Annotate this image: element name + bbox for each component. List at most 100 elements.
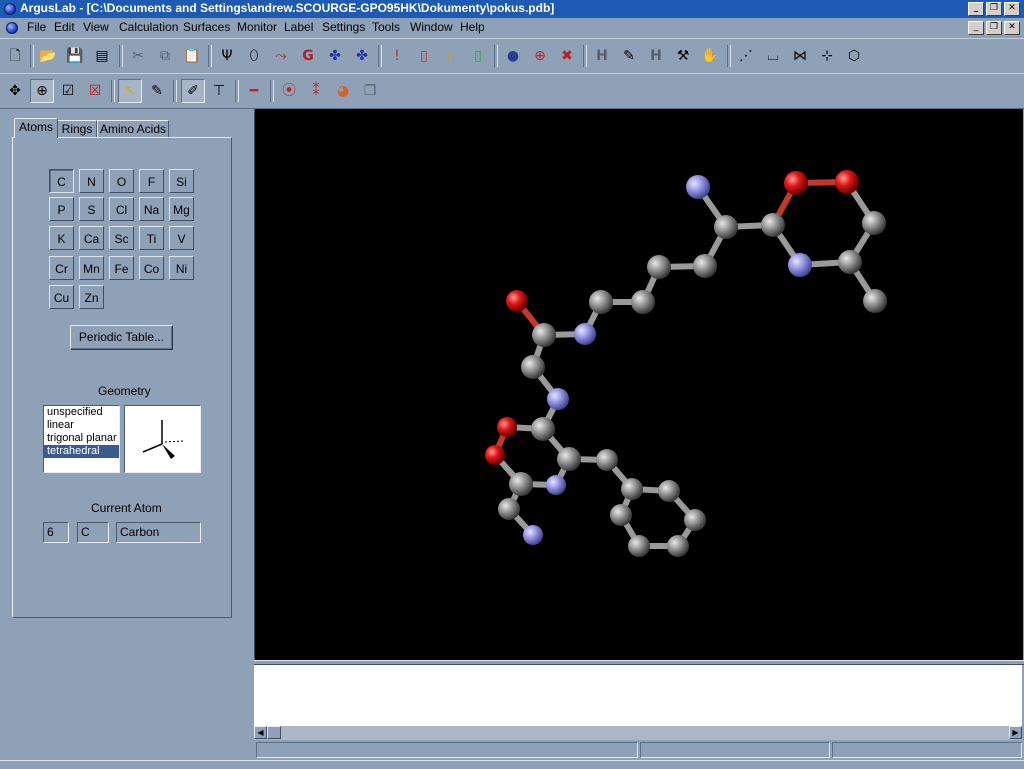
build-icon[interactable]: Ψ [216, 45, 238, 67]
new-file-icon[interactable]: 🗋 [4, 45, 26, 67]
paste-icon[interactable]: 📋 [181, 45, 203, 67]
bond-icon[interactable]: ━ [243, 80, 265, 102]
menu-label[interactable]: Label [284, 20, 313, 34]
cylinder-yellow-icon[interactable]: ▯ [440, 45, 462, 67]
element-ti-button[interactable]: Ti [139, 226, 164, 250]
element-cr-button[interactable]: Cr [49, 256, 74, 280]
pin-icon[interactable]: ⦿ [278, 80, 300, 102]
copy-icon[interactable]: ⧉ [154, 45, 176, 67]
menu-view[interactable]: View [83, 20, 109, 34]
ring-icon[interactable]: ⬡ [843, 45, 865, 67]
color-atom-icon[interactable]: ◕ [332, 80, 354, 102]
cut-icon[interactable]: ✂ [127, 45, 149, 67]
mdi-close-button[interactable]: ✕ [1004, 21, 1020, 35]
hand-icon[interactable]: ✋ [699, 45, 721, 67]
horizontal-scrollbar[interactable]: ◀ ▶ [254, 726, 1022, 740]
axes-icon[interactable]: ⊹ [816, 45, 838, 67]
molecule-alt-icon[interactable]: ✤ [351, 45, 373, 67]
edit-hydrogen-icon[interactable]: ✎ [618, 45, 640, 67]
atom-icon[interactable]: ● [502, 45, 524, 67]
geometry-option-tetrahedral[interactable]: tetrahedral [44, 445, 119, 458]
scroll-right-icon[interactable]: ▶ [1009, 726, 1022, 739]
menu-monitor[interactable]: Monitor [237, 20, 277, 34]
element-p-button[interactable]: P [49, 197, 74, 221]
atom-pair-icon[interactable]: ⁑ [305, 80, 327, 102]
periodic-table-button[interactable]: Periodic Table... [70, 325, 173, 350]
element-o-button[interactable]: O [109, 169, 134, 193]
element-zn-button[interactable]: Zn [79, 285, 104, 309]
cylinder-red-icon[interactable]: ▯ [413, 45, 435, 67]
element-ca-button[interactable]: Ca [79, 226, 104, 250]
mdi-restore-button[interactable]: ❐ [986, 21, 1002, 35]
geometry-listbox[interactable]: unspecified linear trigonal planar tetra… [43, 405, 120, 473]
menu-surfaces[interactable]: Surfaces [183, 20, 230, 34]
guess-icon[interactable]: G [297, 45, 319, 67]
move-icon[interactable]: ✥ [4, 80, 26, 102]
bond-angle-icon[interactable]: ⌴ [762, 45, 784, 67]
element-na-button[interactable]: Na [139, 197, 164, 221]
element-f-button[interactable]: F [139, 169, 164, 193]
element-mn-button[interactable]: Mn [79, 256, 104, 280]
hydrogen-remove-icon[interactable]: H [645, 45, 667, 67]
save-icon[interactable]: 💾 [64, 45, 86, 67]
dihedral-icon[interactable]: ⋈ [789, 45, 811, 67]
element-n-button[interactable]: N [79, 169, 104, 193]
clean-icon[interactable]: ⬯ [243, 45, 265, 67]
molecule-render[interactable] [255, 109, 1023, 660]
mdi-minimize-button[interactable]: _ [968, 21, 984, 35]
scroll-thumb[interactable] [267, 726, 281, 739]
molecule-icon[interactable]: ✤ [324, 45, 346, 67]
geometry-option-unspecified[interactable]: unspecified [44, 406, 119, 419]
rotate-icon[interactable]: ⊕ [30, 79, 54, 103]
element-v-button[interactable]: V [169, 226, 194, 250]
element-s-button[interactable]: S [79, 197, 104, 221]
geometry-option-linear[interactable]: linear [44, 419, 119, 432]
menu-window[interactable]: Window [410, 20, 453, 34]
element-fe-button[interactable]: Fe [109, 256, 134, 280]
element-ni-button[interactable]: Ni [169, 256, 194, 280]
restore-button[interactable]: ❐ [986, 2, 1002, 16]
document-icon[interactable] [6, 22, 18, 34]
status-panel-2 [640, 742, 830, 758]
element-cl-button[interactable]: Cl [109, 197, 134, 221]
menu-calculation[interactable]: Calculation [119, 20, 178, 34]
bond-length-icon[interactable]: ⋰ [735, 45, 757, 67]
hierarchy-icon[interactable]: ⊤ [208, 80, 230, 102]
element-sc-button[interactable]: Sc [109, 226, 134, 250]
hydrogen-icon[interactable]: H [591, 45, 613, 67]
menu-edit[interactable]: Edit [54, 20, 75, 34]
menu-tools[interactable]: Tools [372, 20, 400, 34]
draw-bond-icon[interactable]: ✐ [181, 79, 205, 103]
delete-atom-icon[interactable]: ✖ [556, 45, 578, 67]
close-button[interactable]: ✕ [1004, 2, 1020, 16]
open-folder-icon[interactable]: 📂 [37, 45, 59, 67]
output-pane[interactable] [254, 665, 1022, 726]
geometry-option-trigonal-planar[interactable]: trigonal planar [44, 432, 119, 445]
scroll-left-icon[interactable]: ◀ [254, 726, 267, 739]
element-k-button[interactable]: K [49, 226, 74, 250]
cylinder-green-icon[interactable]: ▯ [467, 45, 489, 67]
optimize-icon[interactable]: ⤳ [270, 45, 292, 67]
tab-atoms[interactable]: Atoms [14, 118, 58, 138]
delete-check-icon[interactable]: ☒ [84, 80, 106, 102]
molecule-viewport[interactable] [254, 109, 1023, 660]
marker-red-icon[interactable]: ǃ [386, 45, 408, 67]
element-cu-button[interactable]: Cu [49, 285, 74, 309]
tools-icon[interactable]: ⚒ [672, 45, 694, 67]
add-atom-icon[interactable]: ⊕ [529, 45, 551, 67]
select-arrow-icon[interactable]: ↖ [118, 79, 142, 103]
element-si-button[interactable]: Si [169, 169, 194, 193]
element-mg-button[interactable]: Mg [169, 197, 194, 221]
check-edit-icon[interactable]: ☑ [57, 80, 79, 102]
layers-icon[interactable]: ❐ [359, 80, 381, 102]
toolbar-separator [378, 45, 382, 67]
menu-settings[interactable]: Settings [322, 20, 365, 34]
minimize-button[interactable]: _ [968, 2, 984, 16]
pencil-icon[interactable]: ✎ [146, 80, 168, 102]
menu-file[interactable]: File [27, 20, 46, 34]
status-bar [254, 741, 1024, 760]
element-co-button[interactable]: Co [139, 256, 164, 280]
menu-help[interactable]: Help [460, 20, 485, 34]
element-c-button[interactable]: C [49, 169, 74, 193]
print-icon[interactable]: ▤ [91, 45, 113, 67]
